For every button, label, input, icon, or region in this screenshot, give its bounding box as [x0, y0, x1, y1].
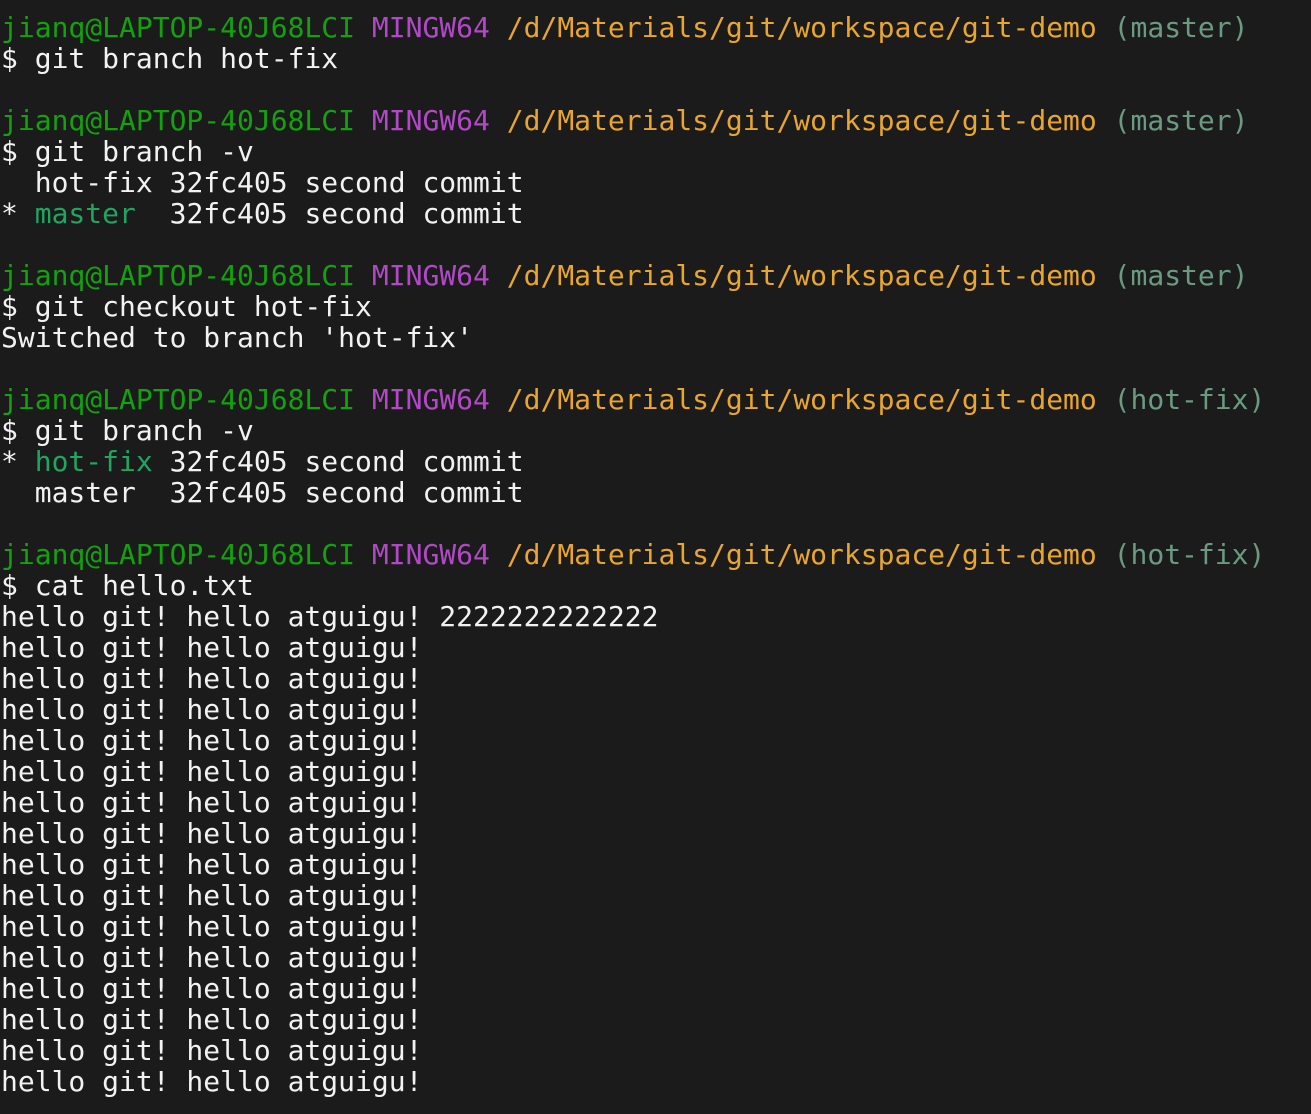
prompt-path: /d/Materials/git/workspace/git-demo — [506, 383, 1097, 416]
output-line: hello git! hello atguigu! — [1, 786, 423, 819]
prompt-user-host: jianq@LAPTOP-40J68LCI — [1, 259, 356, 292]
branch-commit-info: 32fc405 second commit — [152, 445, 524, 478]
branch-list-row: hot-fix 32fc405 second commit — [1, 167, 1311, 198]
prompt-path: /d/Materials/git/workspace/git-demo — [506, 11, 1097, 44]
prompt-user-host: jianq@LAPTOP-40J68LCI — [1, 11, 356, 44]
prompt-user-host: jianq@LAPTOP-40J68LCI — [1, 104, 356, 137]
branch-marker: * — [1, 445, 35, 478]
output-line: hello git! hello atguigu! — [1, 848, 423, 881]
output-line: hello git! hello atguigu! — [1, 910, 423, 943]
prompt-branch-indicator: (hot-fix) — [1113, 538, 1266, 571]
prompt-line: jianq@LAPTOP-40J68LCI MINGW64 /d/Materia… — [1, 260, 1311, 291]
output-line: hello git! hello atguigu! — [1, 817, 423, 850]
command-line: $ git checkout hot-fix — [1, 290, 372, 323]
prompt-path: /d/Materials/git/workspace/git-demo — [506, 104, 1097, 137]
prompt-path: /d/Materials/git/workspace/git-demo — [506, 538, 1097, 571]
prompt-branch-indicator: (master) — [1113, 259, 1249, 292]
branch-marker — [1, 166, 35, 199]
current-branch-name: master — [34, 197, 136, 230]
output-line: hello git! hello atguigu! — [1, 631, 423, 664]
output-line: hello git! hello atguigu! 2222222222222 — [1, 600, 659, 633]
branch-commit-info: 32fc405 second commit — [152, 166, 524, 199]
branch-list-row: * hot-fix 32fc405 second commit — [1, 446, 1311, 477]
output-line: hello git! hello atguigu! — [1, 755, 423, 788]
prompt-line: jianq@LAPTOP-40J68LCI MINGW64 /d/Materia… — [1, 12, 1311, 43]
command-line: $ git branch -v — [1, 135, 254, 168]
command-line: $ git branch hot-fix — [1, 42, 339, 75]
terminal-window[interactable]: jianq@LAPTOP-40J68LCI MINGW64 /d/Materia… — [0, 0, 1311, 1114]
output-line: hello git! hello atguigu! — [1, 693, 423, 726]
prompt-branch-indicator: (hot-fix) — [1113, 383, 1266, 416]
prompt-line: jianq@LAPTOP-40J68LCI MINGW64 /d/Materia… — [1, 539, 1311, 570]
branch-list-row: * master 32fc405 second commit — [1, 198, 1311, 229]
current-branch-name: hot-fix — [34, 445, 153, 478]
branch-commit-info: 32fc405 second commit — [135, 476, 524, 509]
branch-commit-info: 32fc405 second commit — [135, 197, 524, 230]
branch-list-row: master 32fc405 second commit — [1, 477, 1311, 508]
output-line: hello git! hello atguigu! — [1, 879, 423, 912]
prompt-user-host: jianq@LAPTOP-40J68LCI — [1, 538, 356, 571]
prompt-system: MINGW64 — [371, 259, 490, 292]
output-line: hello git! hello atguigu! — [1, 941, 423, 974]
prompt-branch-indicator: (master) — [1113, 11, 1249, 44]
output-line: hello git! hello atguigu! — [1, 1034, 423, 1067]
prompt-line: jianq@LAPTOP-40J68LCI MINGW64 /d/Materia… — [1, 384, 1311, 415]
branch-name: hot-fix — [34, 166, 153, 199]
command-line: $ cat hello.txt — [1, 569, 254, 602]
prompt-system: MINGW64 — [371, 11, 490, 44]
prompt-user-host: jianq@LAPTOP-40J68LCI — [1, 383, 356, 416]
output-line: hello git! hello atguigu! — [1, 662, 423, 695]
prompt-path: /d/Materials/git/workspace/git-demo — [506, 259, 1097, 292]
prompt-system: MINGW64 — [371, 383, 490, 416]
branch-marker — [1, 476, 35, 509]
command-line: $ git branch -v — [1, 414, 254, 447]
branch-marker: * — [1, 197, 35, 230]
branch-name: master — [34, 476, 136, 509]
output-line: hello git! hello atguigu! — [1, 724, 423, 757]
prompt-line: jianq@LAPTOP-40J68LCI MINGW64 /d/Materia… — [1, 105, 1311, 136]
output-line: Switched to branch 'hot-fix' — [1, 321, 474, 354]
prompt-system: MINGW64 — [371, 104, 490, 137]
prompt-branch-indicator: (master) — [1113, 104, 1249, 137]
output-line: hello git! hello atguigu! — [1, 1065, 423, 1098]
output-line: hello git! hello atguigu! — [1, 1003, 423, 1036]
output-line: hello git! hello atguigu! — [1, 972, 423, 1005]
prompt-system: MINGW64 — [371, 538, 490, 571]
